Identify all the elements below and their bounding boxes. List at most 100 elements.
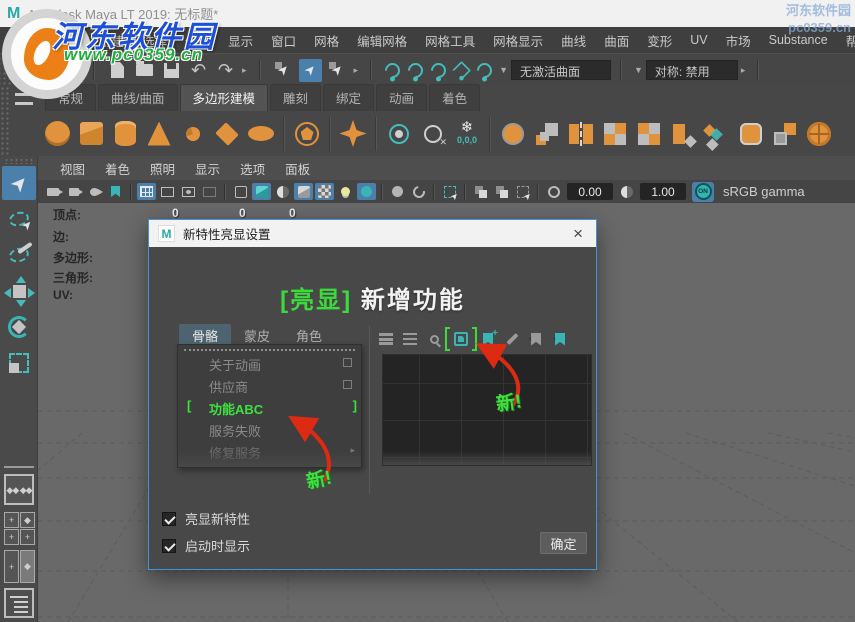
isolate-view-icon[interactable] — [513, 183, 532, 200]
isolate-select-icon[interactable] — [471, 183, 490, 200]
highlight-new-features-option[interactable]: 亮显新特性 — [162, 509, 250, 528]
panel-menu-panels[interactable]: 面板 — [275, 159, 320, 178]
dialog-close-button[interactable]: × — [569, 225, 587, 242]
ambient-occlusion-icon[interactable] — [388, 183, 407, 200]
exposure-field[interactable]: 0.00 — [567, 183, 613, 200]
toolbar-expand-arrow[interactable]: ▸ — [242, 65, 247, 76]
smooth-mesh-icon[interactable] — [498, 117, 528, 151]
textured-display-icon[interactable] — [294, 183, 313, 200]
viewport-canvas[interactable]: 顶点: 边: 多边形: 三角形: UV: 0 0 0 M 新特性亮显设置 × — [38, 203, 855, 622]
bevel-icon[interactable] — [736, 117, 766, 151]
camera-attributes-icon[interactable] — [85, 183, 104, 200]
snap-to-plane-icon[interactable] — [452, 60, 471, 79]
gamma-field[interactable]: 1.00 — [640, 183, 686, 200]
poly-cone-icon[interactable] — [144, 117, 174, 151]
panel-menu-view[interactable]: 视图 — [50, 159, 95, 178]
toolbar-expand-arrow[interactable]: ▸ — [741, 65, 746, 76]
menu-edit-mesh[interactable]: 编辑网格 — [348, 31, 416, 50]
append-poly-icon[interactable] — [634, 117, 664, 151]
menu-marketplace[interactable]: 市场 — [717, 31, 760, 50]
select-camera-icon[interactable] — [43, 183, 62, 200]
contrast-icon[interactable] — [617, 183, 636, 200]
four-pane-layout-button-4[interactable]: + — [20, 529, 35, 545]
menu-mesh-display[interactable]: 网格显示 — [484, 31, 552, 50]
checker-material-icon[interactable] — [315, 183, 334, 200]
menu-mesh[interactable]: 网格 — [305, 31, 348, 50]
xray-select-icon[interactable] — [440, 183, 459, 200]
poly-cylinder-icon[interactable] — [110, 117, 140, 151]
bookmark-view-icon[interactable] — [106, 183, 125, 200]
outliner-layout-button[interactable] — [4, 588, 34, 618]
freeze-transform-icon[interactable]: ❄0,0,0 — [452, 117, 482, 151]
four-pane-layout-button-2[interactable]: ◆ — [20, 512, 35, 528]
super-shape-icon[interactable] — [338, 117, 368, 151]
multi-cut-icon[interactable] — [702, 117, 732, 151]
panel-menu-shading[interactable]: 着色 — [95, 159, 140, 178]
highlight-new-features-checkbox[interactable] — [162, 512, 176, 526]
panel-menu-show[interactable]: 显示 — [185, 159, 230, 178]
snap-options-arrow[interactable]: ▼ — [499, 65, 508, 75]
active-surface-field[interactable]: 无激活曲面 — [511, 60, 611, 80]
snap-magnet-icon[interactable] — [474, 59, 495, 80]
platonic-solid-icon[interactable] — [292, 117, 322, 151]
extrude-icon[interactable] — [668, 117, 698, 151]
flat-shade-icon[interactable] — [273, 183, 292, 200]
two-pane-layout-button-1[interactable]: + — [4, 550, 19, 583]
toolbar-expand-arrow[interactable]: ▸ — [354, 65, 359, 76]
menu-uv[interactable]: UV — [681, 33, 716, 47]
fill-hole-icon[interactable] — [600, 117, 630, 151]
shelf-tab-curves-surfaces[interactable]: 曲线/曲面 — [98, 84, 177, 111]
menu-mesh-tools[interactable]: 网格工具 — [416, 31, 484, 50]
circularize-icon[interactable] — [804, 117, 834, 151]
select-tool[interactable]: ➤ — [2, 166, 36, 200]
four-pane-layout-button-3[interactable]: + — [4, 529, 19, 545]
poly-sphere-icon[interactable] — [42, 117, 72, 151]
quad-draw-icon[interactable] — [770, 117, 800, 151]
ok-button[interactable]: 确定 — [540, 532, 587, 554]
select-hierarchy-mode-button[interactable]: ➤ — [272, 59, 295, 82]
symmetry-dropdown-arrow[interactable]: ▼ — [634, 65, 643, 75]
mirror-mesh-icon[interactable] — [566, 117, 596, 151]
menu-surfaces[interactable]: 曲面 — [595, 31, 638, 50]
snap-to-grid-icon[interactable] — [382, 59, 403, 80]
wireframe-display-icon[interactable] — [231, 183, 250, 200]
select-object-mode-button[interactable]: ➤ — [299, 59, 322, 82]
menu-windows[interactable]: 窗口 — [262, 31, 305, 50]
shelf-grip[interactable] — [0, 86, 11, 156]
delete-history-icon[interactable] — [418, 117, 448, 151]
select-component-mode-button[interactable]: ➤ — [326, 59, 349, 82]
snap-to-point-icon[interactable] — [428, 59, 449, 80]
lock-camera-icon[interactable] — [64, 183, 83, 200]
redo-button[interactable]: ↷ — [214, 59, 237, 82]
poly-disc-icon[interactable] — [246, 117, 276, 151]
scale-tool[interactable] — [2, 346, 36, 380]
panel-menu-lighting[interactable]: 照明 — [140, 159, 185, 178]
menu-curves[interactable]: 曲线 — [552, 31, 595, 50]
menu-deform[interactable]: 变形 — [638, 31, 681, 50]
rotate-tool[interactable] — [2, 310, 36, 344]
color-management-toggle[interactable]: ON — [692, 182, 714, 202]
exposure-icon[interactable] — [544, 183, 563, 200]
shelf-tab-rigging[interactable]: 绑定 — [323, 84, 374, 111]
menu-display[interactable]: 显示 — [219, 31, 262, 50]
colorspace-label[interactable]: sRGB gamma — [723, 184, 805, 199]
move-tool[interactable] — [2, 274, 36, 308]
poly-torus-icon[interactable] — [178, 117, 208, 151]
combine-mesh-icon[interactable] — [532, 117, 562, 151]
joint-tool-icon[interactable] — [384, 117, 414, 151]
grid-toggle-icon[interactable] — [137, 183, 156, 200]
isolate-add-icon[interactable] — [492, 183, 511, 200]
show-on-startup-checkbox[interactable] — [162, 539, 176, 553]
shelf-tab-animation[interactable]: 动画 — [376, 84, 427, 111]
resolution-gate-icon[interactable] — [179, 183, 198, 200]
snap-to-curve-icon[interactable] — [405, 59, 426, 80]
four-pane-layout-button-1[interactable]: + — [4, 512, 19, 528]
poly-plane-icon[interactable] — [212, 117, 242, 151]
use-lights-icon[interactable] — [336, 183, 355, 200]
single-pane-layout-button[interactable]: ◆◆ ◆◆ — [4, 474, 34, 505]
shadows-icon[interactable] — [357, 183, 376, 200]
shelf-tab-sculpting[interactable]: 雕刻 — [270, 84, 321, 111]
shaded-display-icon[interactable] — [252, 183, 271, 200]
motion-blur-icon[interactable] — [409, 183, 428, 200]
show-on-startup-option[interactable]: 启动时显示 — [162, 536, 250, 555]
